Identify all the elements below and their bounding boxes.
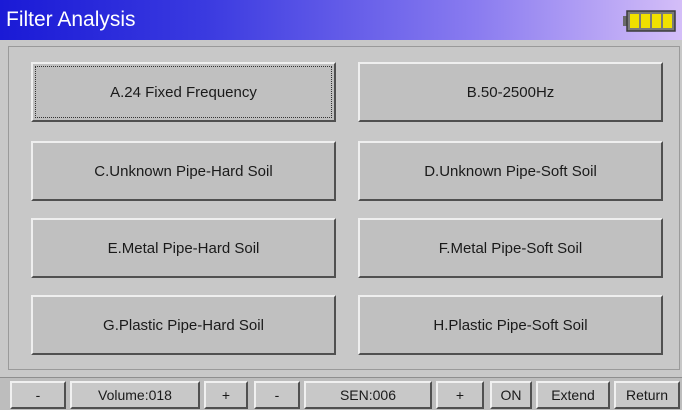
filter-option-g-label: G.Plastic Pipe-Hard Soil (103, 316, 264, 334)
sensitivity-increase-button[interactable]: + (436, 381, 484, 409)
filter-option-f-button[interactable]: F.Metal Pipe-Soft Soil (358, 218, 663, 278)
filter-option-a-label: A.24 Fixed Frequency (110, 83, 257, 101)
filter-option-b-button[interactable]: B.50-2500Hz (358, 62, 663, 122)
filter-option-c-button[interactable]: C.Unknown Pipe-Hard Soil (31, 141, 336, 201)
bottom-toolbar: - Volume:018 + - SEN:006 + ON Extend Ret… (0, 377, 682, 410)
filter-option-d-button[interactable]: D.Unknown Pipe-Soft Soil (358, 141, 663, 201)
filter-option-g-button[interactable]: G.Plastic Pipe-Hard Soil (31, 295, 336, 355)
extend-button[interactable]: Extend (536, 381, 610, 409)
filter-option-e-button[interactable]: E.Metal Pipe-Hard Soil (31, 218, 336, 278)
return-button[interactable]: Return (614, 381, 680, 409)
volume-decrease-button[interactable]: - (10, 381, 66, 409)
filter-option-c-label: C.Unknown Pipe-Hard Soil (94, 162, 273, 180)
filter-option-b-label: B.50-2500Hz (466, 83, 555, 101)
sensitivity-display: SEN:006 (304, 381, 432, 409)
battery-icon (623, 10, 676, 32)
filter-option-h-label: H.Plastic Pipe-Soft Soil (433, 316, 588, 334)
sensitivity-decrease-button[interactable]: - (254, 381, 300, 409)
on-button[interactable]: ON (490, 381, 532, 409)
filter-option-e-label: E.Metal Pipe-Hard Soil (107, 239, 260, 257)
filter-option-h-button[interactable]: H.Plastic Pipe-Soft Soil (358, 295, 663, 355)
window-title: Filter Analysis (6, 8, 136, 31)
volume-increase-button[interactable]: + (204, 381, 248, 409)
filter-option-f-label: F.Metal Pipe-Soft Soil (438, 239, 583, 257)
filter-option-a-button[interactable]: A.24 Fixed Frequency (31, 62, 336, 122)
volume-display: Volume:018 (70, 381, 200, 409)
title-bar: Filter Analysis (0, 0, 682, 40)
filter-option-d-label: D.Unknown Pipe-Soft Soil (424, 162, 597, 180)
